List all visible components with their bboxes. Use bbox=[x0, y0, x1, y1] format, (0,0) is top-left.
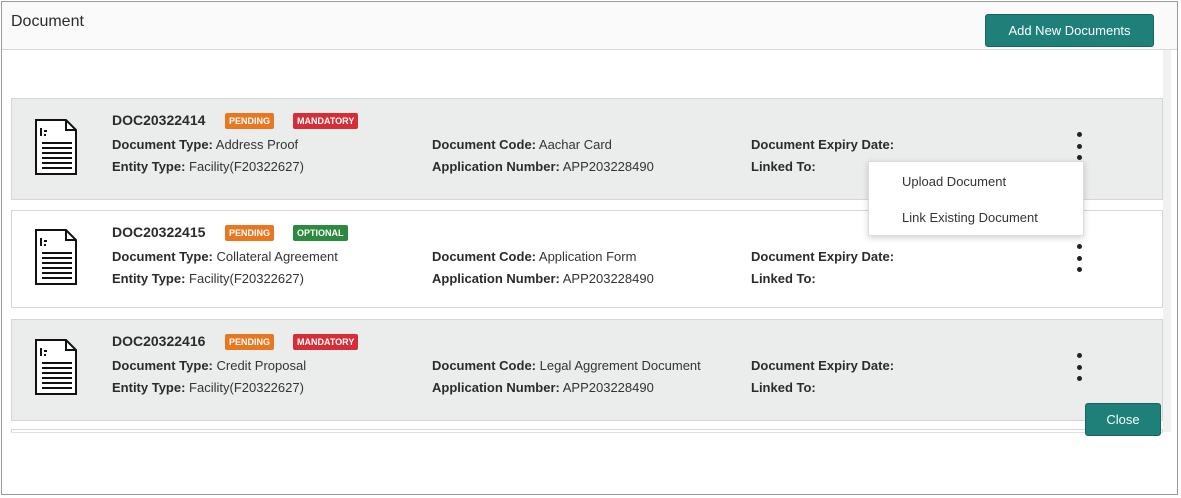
field-value: Facility(F20322627) bbox=[185, 159, 304, 174]
document-code-field: Document Code: Application Form bbox=[432, 249, 636, 264]
more-options-icon[interactable] bbox=[1074, 244, 1084, 272]
entity-type-field: Entity Type: Facility(F20322627) bbox=[112, 380, 304, 395]
document-icon bbox=[35, 229, 77, 285]
requirement-badge: MANDATORY bbox=[293, 334, 359, 350]
field-label: Linked To: bbox=[751, 380, 816, 395]
field-value: Aachar Card bbox=[536, 137, 612, 152]
field-value: Collateral Agreement bbox=[212, 249, 338, 264]
field-label: Application Number: bbox=[432, 159, 560, 174]
field-label: Document Code: bbox=[432, 358, 536, 373]
field-label: Linked To: bbox=[751, 271, 816, 286]
status-badge: PENDING bbox=[225, 334, 275, 350]
status-badge: PENDING bbox=[225, 113, 275, 129]
entity-type-field: Entity Type: Facility(F20322627) bbox=[112, 159, 304, 174]
field-value: Application Form bbox=[536, 249, 637, 264]
expiry-date-field: Document Expiry Date: bbox=[751, 358, 894, 373]
document-type-field: Document Type: Collateral Agreement bbox=[112, 249, 338, 264]
expiry-date-field: Document Expiry Date: bbox=[751, 137, 894, 152]
field-value: APP203228490 bbox=[559, 159, 654, 174]
document-icon bbox=[35, 119, 77, 175]
field-label: Application Number: bbox=[432, 380, 560, 395]
field-value: APP203228490 bbox=[559, 271, 654, 286]
field-value: Address Proof bbox=[212, 137, 299, 152]
field-label: Document Type: bbox=[112, 358, 213, 373]
field-label: Document Code: bbox=[432, 249, 536, 264]
document-dialog: Document Add New Documents DOC20322414 P… bbox=[1, 1, 1178, 495]
document-id: DOC20322414 bbox=[112, 112, 206, 128]
application-number-field: Application Number: APP203228490 bbox=[432, 271, 654, 286]
scrollbar[interactable] bbox=[1163, 50, 1171, 432]
document-id: DOC20322416 bbox=[112, 333, 206, 349]
field-value: APP203228490 bbox=[559, 380, 654, 395]
expiry-date-field: Document Expiry Date: bbox=[751, 249, 894, 264]
linked-to-field: Linked To: bbox=[751, 380, 816, 395]
linked-to-field: Linked To: bbox=[751, 159, 816, 174]
application-number-field: Application Number: APP203228490 bbox=[432, 380, 654, 395]
field-label: Document Code: bbox=[432, 137, 536, 152]
link-existing-document-menu-item[interactable]: Link Existing Document bbox=[902, 210, 1038, 225]
document-card: DOC20322416 PENDING MANDATORY Document T… bbox=[11, 319, 1163, 421]
field-label: Document Type: bbox=[112, 137, 213, 152]
field-label: Document Expiry Date: bbox=[751, 358, 895, 373]
close-button[interactable]: Close bbox=[1085, 403, 1161, 436]
document-code-field: Document Code: Legal Aggrement Document bbox=[432, 358, 701, 373]
field-value: Facility(F20322627) bbox=[185, 271, 304, 286]
field-label: Entity Type: bbox=[112, 271, 186, 286]
status-badge: PENDING bbox=[225, 225, 275, 241]
more-options-icon[interactable] bbox=[1074, 132, 1084, 160]
more-options-icon[interactable] bbox=[1074, 353, 1084, 381]
field-label: Document Expiry Date: bbox=[751, 249, 895, 264]
document-code-field: Document Code: Aachar Card bbox=[432, 137, 612, 152]
document-type-field: Document Type: Address Proof bbox=[112, 137, 298, 152]
document-id: DOC20322415 bbox=[112, 224, 206, 240]
document-actions-menu: Upload Document Link Existing Document bbox=[868, 161, 1084, 236]
field-value: Legal Aggrement Document bbox=[536, 358, 701, 373]
footer-divider bbox=[11, 432, 1163, 433]
dialog-title: Document bbox=[11, 13, 84, 30]
field-value: Facility(F20322627) bbox=[185, 380, 304, 395]
field-label: Linked To: bbox=[751, 159, 816, 174]
add-new-documents-button[interactable]: Add New Documents bbox=[985, 14, 1154, 47]
application-number-field: Application Number: APP203228490 bbox=[432, 159, 654, 174]
entity-type-field: Entity Type: Facility(F20322627) bbox=[112, 271, 304, 286]
field-label: Application Number: bbox=[432, 271, 560, 286]
field-label: Document Expiry Date: bbox=[751, 137, 895, 152]
requirement-badge: OPTIONAL bbox=[293, 225, 348, 241]
document-type-field: Document Type: Credit Proposal bbox=[112, 358, 306, 373]
document-icon bbox=[35, 339, 77, 395]
field-label: Document Type: bbox=[112, 249, 213, 264]
field-label: Entity Type: bbox=[112, 380, 186, 395]
field-label: Entity Type: bbox=[112, 159, 186, 174]
linked-to-field: Linked To: bbox=[751, 271, 816, 286]
upload-document-menu-item[interactable]: Upload Document bbox=[902, 174, 1006, 189]
field-value: Credit Proposal bbox=[212, 358, 307, 373]
document-list[interactable]: DOC20322414 PENDING MANDATORY Document T… bbox=[11, 50, 1171, 432]
requirement-badge: MANDATORY bbox=[293, 113, 359, 129]
